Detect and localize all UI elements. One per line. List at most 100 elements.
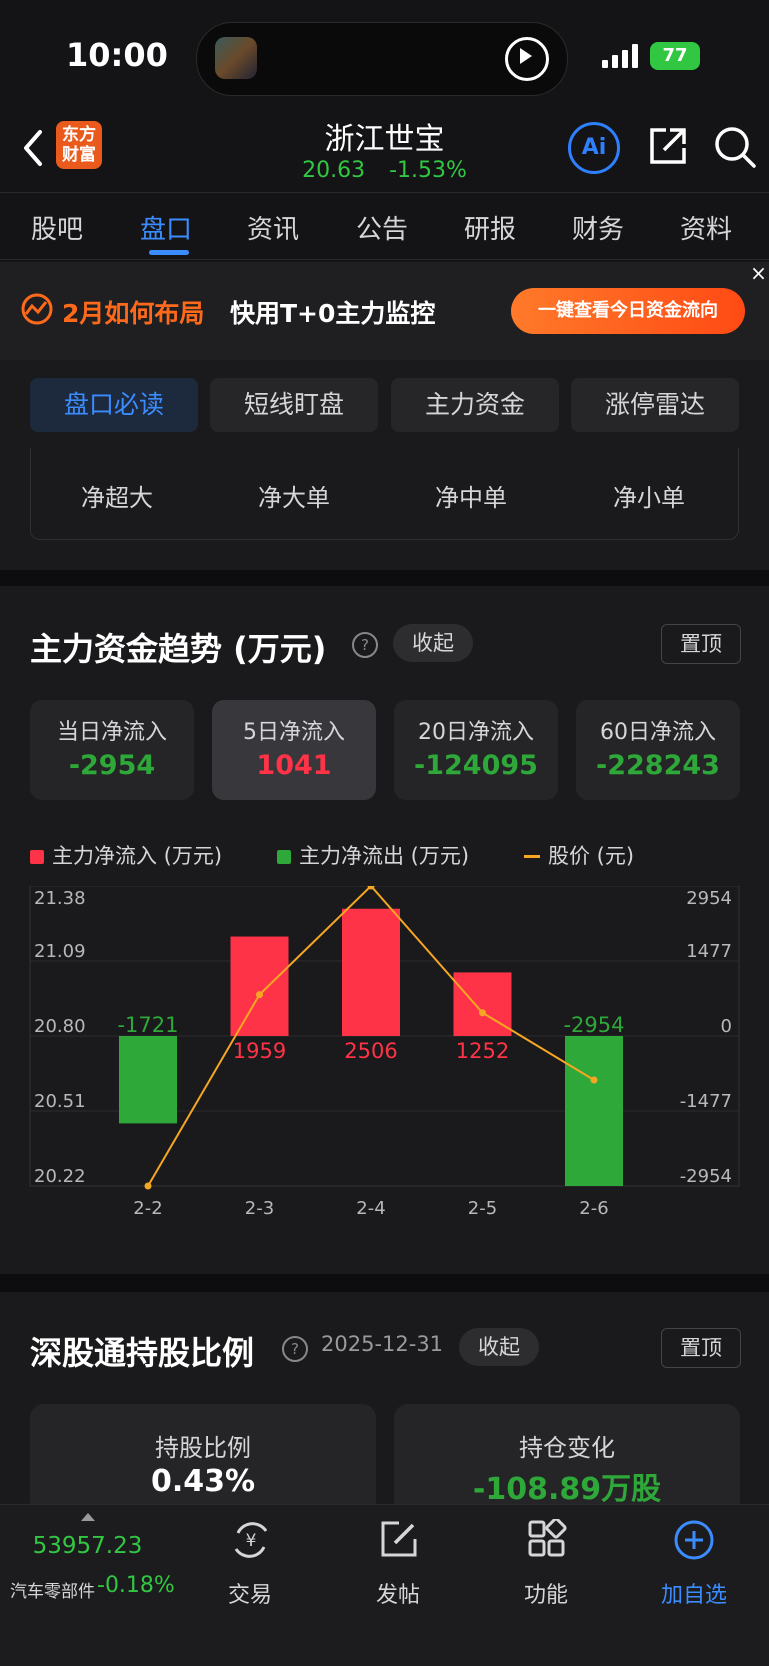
media-thumbnail: [215, 37, 257, 79]
index-value: 53957.23: [32, 1533, 143, 1559]
bar-2-2: [119, 1036, 177, 1124]
close-icon[interactable]: ×: [748, 262, 769, 284]
left-tick-label: 21.38: [34, 888, 86, 909]
price-point: [256, 991, 263, 999]
status-bar: 10:00 77: [0, 0, 769, 110]
legend-price: 股价 (元): [524, 840, 634, 870]
share-icon[interactable]: [646, 124, 690, 168]
subtab-limit-up-radar[interactable]: 涨停雷达: [571, 378, 739, 432]
signal-icon: [602, 44, 638, 68]
flow-label-super-large: 净超大: [81, 484, 153, 512]
banner-highlight: 2月如何布局: [62, 299, 205, 328]
holding-ratio-card: 持股比例 0.43%: [30, 1404, 376, 1514]
stat-5day[interactable]: 5日净流入 1041: [212, 700, 376, 800]
dynamic-island[interactable]: [196, 22, 568, 96]
toolbar-label: 加自选: [660, 1583, 727, 1608]
x-tick-label: 2-5: [468, 1198, 497, 1219]
main-fund-trend-section: 主力资金趋势 (万元) ? 收起 置顶 当日净流入 -2954 5日净流入 10…: [0, 586, 769, 1274]
stock-change-pct: -1.53%: [389, 158, 467, 183]
tab-profile[interactable]: 资料: [680, 209, 732, 246]
x-tick-label: 2-3: [245, 1198, 274, 1219]
play-icon[interactable]: [505, 37, 549, 81]
index-change: -0.18%: [97, 1573, 175, 1598]
tab-guba[interactable]: 股吧: [31, 209, 83, 246]
pin-button[interactable]: 置顶: [661, 1328, 741, 1368]
section-title: 主力资金趋势 (万元): [30, 630, 327, 668]
grid-icon: [528, 1519, 567, 1557]
x-tick-label: 2-4: [356, 1198, 385, 1219]
toolbar-label: 发帖: [375, 1583, 420, 1608]
right-tick-label: -2954: [680, 1166, 732, 1187]
banner-text: 快用T+0主力监控: [230, 299, 436, 328]
tab-announcements[interactable]: 公告: [356, 209, 408, 246]
bar-value-label: 2506: [344, 1039, 397, 1063]
yen-exchange-icon: ¥: [234, 1522, 268, 1558]
stat-60day[interactable]: 60日净流入 -228243: [576, 700, 740, 800]
tab-pankou[interactable]: 盘口: [140, 209, 192, 246]
caret-up-icon: [81, 1513, 95, 1521]
svg-text:¥: ¥: [246, 1531, 257, 1551]
x-tick-label: 2-6: [579, 1198, 608, 1219]
ai-button[interactable]: Ai: [568, 122, 620, 174]
right-tick-label: -1477: [680, 1091, 732, 1112]
plus-circle-icon: [674, 1520, 714, 1560]
section-title: 深股通持股比例: [30, 1334, 255, 1372]
pankou-panel: 盘口必读 短线盯盘 主力资金 涨停雷达 净超大 净大单 净中单 净小单: [0, 360, 769, 570]
stat-value: -2954: [68, 750, 156, 781]
clock: 10:00: [66, 36, 168, 74]
section-divider: [0, 570, 769, 586]
bar-2-4: [342, 908, 400, 1036]
subtab-short-term[interactable]: 短线盯盘: [210, 378, 378, 432]
active-tab-indicator: [149, 250, 189, 255]
subtab-must-read[interactable]: 盘口必读: [30, 378, 198, 432]
tab-research[interactable]: 研报: [464, 209, 516, 246]
bar-value-label: -2954: [563, 1013, 624, 1037]
holding-change-card: 持仓变化 -108.89万股: [394, 1404, 740, 1514]
bottom-toolbar: 53957.23 汽车零部件 -0.18% ¥ 交易 发帖 功能 加自选: [0, 1504, 769, 1666]
flow-label-small: 净小单: [613, 484, 685, 512]
chart-trend-icon: [21, 293, 53, 325]
price-point: [590, 1076, 598, 1084]
help-icon[interactable]: ?: [352, 632, 378, 658]
pin-button[interactable]: 置顶: [661, 624, 741, 664]
price-point: [144, 1182, 152, 1190]
search-icon[interactable]: [712, 124, 758, 170]
index-name: 汽车零部件: [10, 1582, 95, 1602]
flow-label-large: 净大单: [258, 484, 330, 512]
legend-label: 主力净流入 (万元): [52, 844, 223, 868]
stat-value: -124095: [414, 750, 538, 781]
stat-label: 60日净流入: [600, 720, 716, 745]
promo-banner[interactable]: 2月如何布局 快用T+0主力监控 一键查看今日资金流向: [0, 262, 769, 360]
edit-icon: [381, 1521, 417, 1557]
card-value: 0.43%: [150, 1464, 256, 1499]
stat-today[interactable]: 当日净流入 -2954: [30, 700, 194, 800]
subtab-main-funds[interactable]: 主力资金: [391, 378, 559, 432]
legend-outflow: 主力净流出 (万元): [277, 840, 469, 870]
card-label: 持仓变化: [519, 1434, 615, 1462]
stat-label: 5日净流入: [243, 720, 345, 745]
price-point: [479, 1009, 486, 1017]
toolbar-label: 功能: [523, 1583, 568, 1608]
legend-label: 股价 (元): [548, 844, 635, 868]
tab-bar: 股吧 盘口 资讯 公告 研报 财务 资料: [0, 192, 769, 260]
holding-date: 2025-12-31: [321, 1332, 444, 1356]
left-tick-label: 20.80: [34, 1016, 86, 1037]
tab-news[interactable]: 资讯: [247, 209, 299, 246]
right-tick-label: 1477: [686, 941, 732, 962]
fund-flow-chart: 21.38 21.09 20.80 20.51 20.22 2954 1477 0 -1477 -…: [29, 886, 740, 1219]
bar-2-5: [453, 972, 512, 1036]
hk-holding-section: 深股通持股比例 ? 2025-12-31 收起 置顶 持股比例 0.43% 持仓…: [0, 1292, 769, 1514]
tab-finance[interactable]: 财务: [572, 209, 624, 246]
left-tick-label: 20.51: [34, 1091, 86, 1112]
left-tick-label: 20.22: [34, 1166, 86, 1187]
bar-value-label: -1721: [117, 1013, 178, 1037]
collapse-button[interactable]: 收起: [459, 1328, 539, 1366]
right-tick-label: 2954: [686, 888, 732, 909]
banner-cta-button[interactable]: 一键查看今日资金流向: [511, 288, 745, 334]
collapse-button[interactable]: 收起: [393, 624, 473, 662]
help-icon[interactable]: ?: [282, 1336, 308, 1362]
toolbar-label: 交易: [227, 1583, 272, 1608]
legend-label: 主力净流出 (万元): [299, 844, 470, 868]
legend-inflow: 主力净流入 (万元): [30, 840, 222, 870]
stat-20day[interactable]: 20日净流入 -124095: [394, 700, 558, 800]
